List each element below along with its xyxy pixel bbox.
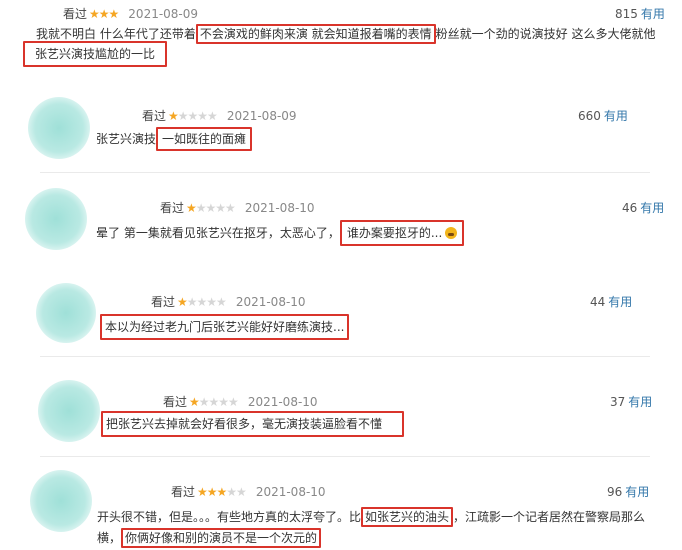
review-meta: 看过 ★★★★★ 2021-08-09 bbox=[142, 107, 297, 124]
useful-link[interactable]: 有用 bbox=[628, 395, 652, 409]
review-date: 2021-08-09 bbox=[226, 109, 297, 123]
crying-emoji-icon bbox=[445, 227, 458, 239]
vote-count: 96 bbox=[607, 485, 623, 499]
review-text: 本以为经过老九门后张艺兴能好好磨练演技... bbox=[100, 314, 350, 340]
review-text-segment: 张艺兴演技 bbox=[96, 132, 157, 146]
useful-votes[interactable]: 46 有用 bbox=[622, 199, 664, 216]
avatar[interactable] bbox=[36, 283, 96, 343]
useful-votes[interactable]: 44 有用 bbox=[590, 293, 632, 310]
useful-link[interactable]: 有用 bbox=[640, 201, 664, 215]
highlight-box: 张艺兴演技尴尬的一比 bbox=[23, 41, 168, 67]
highlight-box: 不会演戏的鲜肉来演 就会知道报着嘴的表情 bbox=[195, 24, 436, 44]
divider bbox=[40, 172, 650, 173]
review-text-segment: 我就不明白 什么年代了还带着 bbox=[36, 27, 196, 41]
highlight-box: 如张艺兴的油头 bbox=[361, 507, 454, 527]
vote-count: 46 bbox=[622, 201, 638, 215]
highlight-box: 把张艺兴去掉就会好看很多，毫无演技装逼脸看不懂 bbox=[101, 411, 405, 437]
review-text-line-2: 横， 你俩好像和别的演员不是一个次元的 bbox=[97, 528, 322, 548]
review-text-line-1: 开头很不错，但是。。。有些地方真的太浮夸了。比 如张艺兴的油头 ，江疏影一个记者居然… bbox=[97, 507, 646, 527]
useful-votes[interactable]: 660 有用 bbox=[578, 107, 628, 124]
review-meta: 看过 ★★★ 2021-08-09 bbox=[63, 5, 198, 22]
seen-label: 看过 bbox=[163, 395, 188, 409]
rating-stars: ★★★★★ bbox=[189, 395, 239, 409]
avatar[interactable] bbox=[30, 470, 92, 532]
seen-label: 看过 bbox=[160, 201, 185, 215]
avatar[interactable] bbox=[25, 188, 87, 250]
review-text-segment: 横， bbox=[97, 531, 122, 545]
useful-votes[interactable]: 815 有用 bbox=[615, 5, 665, 22]
review-date: 2021-08-10 bbox=[235, 295, 306, 309]
review-date: 2021-08-10 bbox=[244, 201, 315, 215]
useful-link[interactable]: 有用 bbox=[604, 109, 628, 123]
useful-votes[interactable]: 96 有用 bbox=[607, 483, 649, 500]
vote-count: 44 bbox=[590, 295, 606, 309]
divider bbox=[40, 456, 650, 457]
useful-votes[interactable]: 37 有用 bbox=[610, 393, 652, 410]
seen-label: 看过 bbox=[63, 7, 88, 21]
seen-label: 看过 bbox=[171, 485, 196, 499]
review-date: 2021-08-10 bbox=[255, 485, 326, 499]
divider bbox=[40, 356, 650, 357]
review-date: 2021-08-09 bbox=[128, 7, 199, 21]
vote-count: 37 bbox=[610, 395, 626, 409]
avatar[interactable] bbox=[28, 97, 90, 159]
review-date: 2021-08-10 bbox=[247, 395, 318, 409]
review-meta: 看过 ★★★★★ 2021-08-10 bbox=[151, 293, 306, 310]
highlight-box: 你俩好像和别的演员不是一个次元的 bbox=[121, 528, 322, 548]
highlight-box: 谁办案要抠牙的... bbox=[339, 220, 465, 246]
review-text-segment: 晕了 第一集就看见张艺兴在抠牙，太恶心了， bbox=[96, 226, 340, 240]
seen-label: 看过 bbox=[151, 295, 176, 309]
avatar[interactable] bbox=[38, 380, 100, 442]
vote-count: 815 bbox=[615, 7, 638, 21]
review-text-segment: 粉丝就一个劲的说演技好 这么多大佬就他 bbox=[435, 27, 656, 41]
seen-label: 看过 bbox=[142, 109, 167, 123]
vote-count: 660 bbox=[578, 109, 601, 123]
review-meta: 看过 ★★★★★ 2021-08-10 bbox=[160, 199, 315, 216]
rating-stars: ★★★★★ bbox=[177, 295, 227, 309]
highlight-box: 本以为经过老九门后张艺兴能好好磨练演技... bbox=[100, 314, 350, 340]
review-text-segment: ，江疏影一个记者居然在警察局那么 bbox=[453, 510, 646, 524]
review-text: 张艺兴演技 一如既往的面瘫 bbox=[96, 127, 253, 151]
review-text: 晕了 第一集就看见张艺兴在抠牙，太恶心了， 谁办案要抠牙的... bbox=[96, 220, 465, 246]
rating-stars: ★★★★★ bbox=[197, 485, 247, 499]
useful-link[interactable]: 有用 bbox=[625, 485, 649, 499]
rating-stars: ★★★ bbox=[89, 7, 119, 21]
highlight-box: 一如既往的面瘫 bbox=[156, 127, 253, 151]
rating-stars: ★★★★★ bbox=[186, 201, 236, 215]
review-text-line-1: 我就不明白 什么年代了还带着 不会演戏的鲜肉来演 就会知道报着嘴的表情 粉丝就一个劲… bbox=[36, 24, 656, 44]
review-text-line-2: 张艺兴演技尴尬的一比 bbox=[23, 41, 168, 67]
useful-link[interactable]: 有用 bbox=[608, 295, 632, 309]
review-meta: 看过 ★★★★★ 2021-08-10 bbox=[171, 483, 326, 500]
review-text: 把张艺兴去掉就会好看很多，毫无演技装逼脸看不懂 bbox=[101, 411, 405, 437]
useful-link[interactable]: 有用 bbox=[641, 7, 665, 21]
review-meta: 看过 ★★★★★ 2021-08-10 bbox=[163, 393, 318, 410]
highlight-text: 谁办案要抠牙的... bbox=[346, 226, 443, 240]
review-text-segment: 开头很不错，但是。。。有些地方真的太浮夸了。比 bbox=[97, 510, 362, 524]
rating-stars: ★★★★★ bbox=[168, 109, 218, 123]
